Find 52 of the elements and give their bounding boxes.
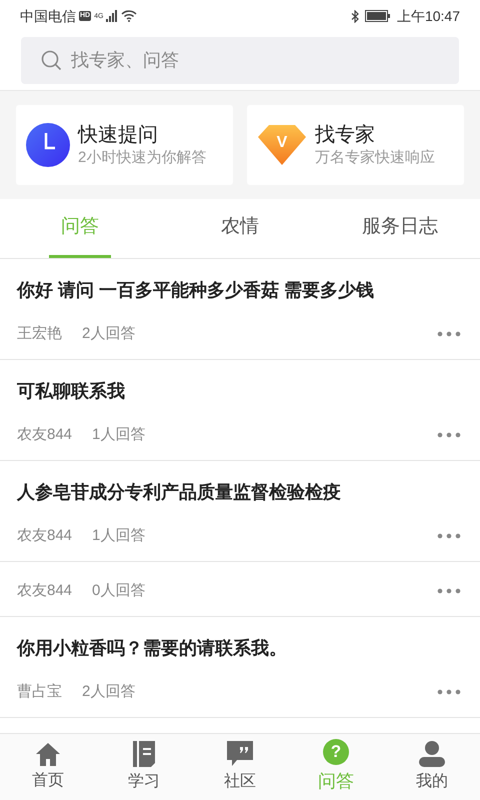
more-icon[interactable] (437, 432, 461, 438)
wifi-icon (121, 10, 138, 22)
question-item[interactable]: 你好 请问 一百多平能种多少香菇 需要多少钱 王宏艳 2人回答 (0, 259, 480, 360)
clock-icon (26, 123, 70, 167)
shortcut-card[interactable]: V 找专家 万名专家快速响应 (247, 105, 464, 185)
question-item[interactable]: 农友844 0人回答 (0, 562, 480, 617)
author-name: 农友844 (17, 526, 72, 546)
book-icon (133, 740, 155, 766)
answer-count: 1人回答 (92, 424, 146, 445)
help-icon: ? (323, 739, 349, 765)
tab[interactable]: 服务日志 (350, 199, 450, 258)
question-title: 人参皂苷成分专利产品质量监督检验检疫 (17, 481, 342, 504)
author-name: 农友844 (17, 580, 72, 601)
battery-icon (364, 10, 391, 22)
question-item[interactable]: 人参皂苷成分专利产品质量监督检验检疫 农友844 1人回答 (0, 461, 480, 562)
answer-count: 2人回答 (82, 324, 136, 344)
bluetooth-icon (350, 10, 359, 22)
answer-count: 2人回答 (82, 682, 136, 702)
nav-tab[interactable]: 我的 (384, 734, 480, 800)
carrier-name: 中国电信 (20, 6, 76, 26)
shortcut-card[interactable]: 快速提问 2小时快速为你解答 (16, 105, 233, 185)
more-icon[interactable] (437, 331, 461, 337)
shortcut-title: 找专家 (315, 123, 376, 148)
author-name: 农友844 (17, 424, 72, 445)
nav-tab[interactable]: 社区 (192, 734, 288, 800)
question-item[interactable]: 你用小粒香吗？需要的请联系我。 曹占宝 2人回答 (0, 617, 480, 718)
author-name: 王宏艳 (17, 324, 62, 344)
user-icon (418, 740, 446, 766)
answer-count: 0人回答 (92, 580, 146, 601)
chat-icon (227, 740, 253, 766)
home-icon (35, 742, 61, 766)
more-icon[interactable] (437, 588, 461, 594)
more-icon[interactable] (437, 689, 461, 695)
signal-icon (106, 10, 118, 22)
nav-tab[interactable]: 学习 (96, 734, 192, 800)
question-title: 你好 请问 一百多平能种多少香菇 需要多少钱 (17, 279, 376, 302)
answer-count: 1人回答 (92, 526, 146, 546)
tab[interactable]: 农情 (209, 199, 271, 258)
search-icon (41, 50, 63, 72)
question-title: 你用小粒香吗？需要的请联系我。 (17, 637, 288, 660)
question-title: 可私聊联系我 (17, 380, 126, 403)
shortcut-title: 快速提问 (78, 123, 159, 148)
shortcut-subtitle: 万名专家快速响应 (315, 148, 435, 168)
clock-time: 上午10:47 (396, 6, 460, 26)
shortcut-subtitle: 2小时快速为你解答 (78, 148, 206, 168)
search-bar[interactable]: 找专家、问答 (21, 37, 459, 84)
author-name: 曹占宝 (17, 682, 62, 702)
question-item[interactable]: 可私聊联系我 农友844 1人回答 (0, 360, 480, 461)
search-field[interactable]: 找专家、问答 (71, 47, 439, 74)
diamond-icon: V (257, 124, 307, 166)
nav-tab[interactable]: 首页 (0, 734, 96, 800)
more-icon[interactable] (437, 533, 461, 539)
